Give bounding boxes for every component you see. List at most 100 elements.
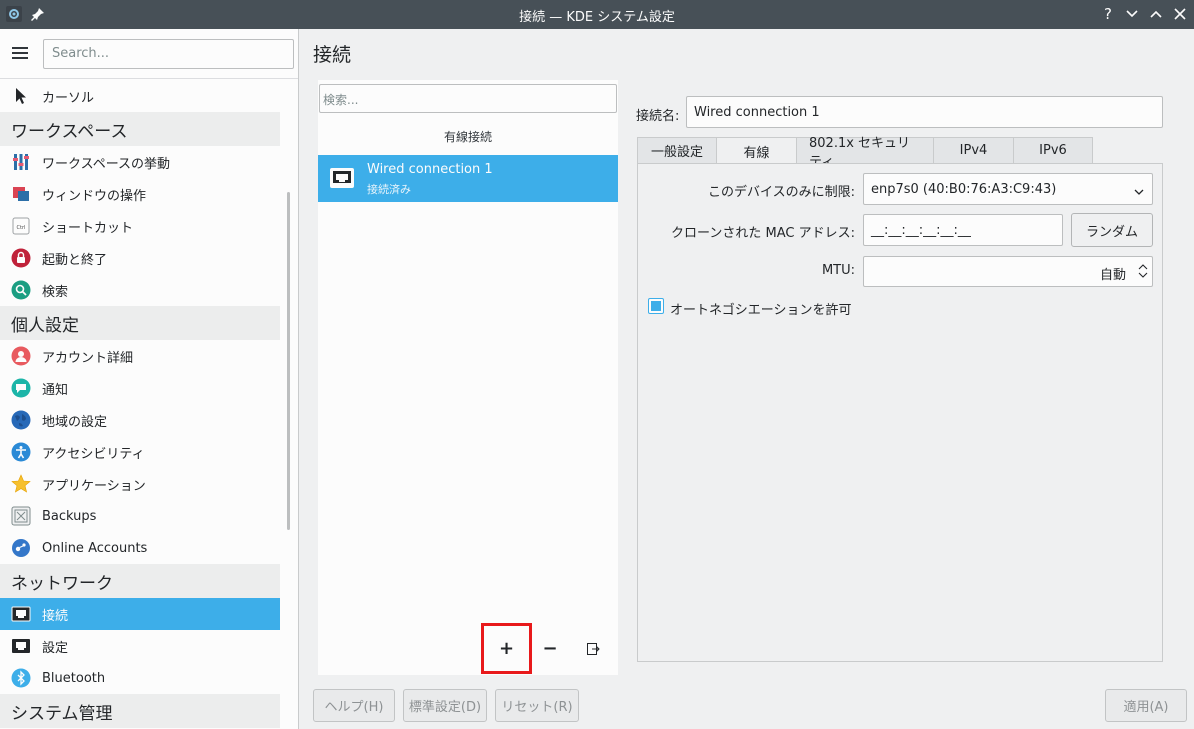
network-wired-icon: [11, 604, 31, 624]
sidebar-item-label: 地域の設定: [42, 414, 108, 430]
maximize-icon[interactable]: [1147, 5, 1165, 23]
connection-list-header: 有線接続: [443, 130, 492, 144]
autonegotiation-label: オートネゴシエーションを許可: [670, 303, 852, 318]
sidebar-item-network-settings[interactable]: 設定: [0, 630, 280, 662]
sidebar: Search... カーソル ワークスペース ワークスペースの挙動 ウィンドウの…: [0, 29, 299, 729]
sidebar-item-shortcuts[interactable]: Ctrl ショートカット: [0, 210, 280, 242]
connection-search-input[interactable]: 検索...: [319, 84, 617, 113]
notification-icon: [11, 378, 31, 398]
sidebar-item-label: ウィンドウの操作: [42, 188, 147, 204]
random-mac-button[interactable]: ランダム: [1071, 213, 1153, 247]
sidebar-item-regional[interactable]: 地域の設定: [0, 404, 280, 436]
device-restrict-label: このデバイスのみに制限:: [708, 185, 855, 200]
workspace-behavior-icon: [11, 152, 31, 172]
sidebar-item-search[interactable]: 検索: [0, 274, 280, 306]
globe-icon: [11, 410, 31, 430]
connection-list-item[interactable]: Wired connection 1 接続済み: [318, 155, 618, 202]
defaults-button[interactable]: 標準設定(D): [403, 689, 487, 722]
export-connection-button[interactable]: [586, 642, 600, 656]
help-icon[interactable]: ?: [1099, 5, 1117, 23]
sidebar-item-label: 通知: [42, 382, 69, 398]
mtu-spinbox[interactable]: 自動: [863, 256, 1153, 287]
hamburger-menu-icon[interactable]: [12, 47, 28, 61]
sidebar-scrollbar[interactable]: [287, 192, 290, 530]
tab-8021x-security[interactable]: 802.1x セキュリティ: [797, 136, 934, 170]
sidebar-item-label: Backups: [42, 508, 97, 524]
tab-bar: 一般設定 有線 802.1x セキュリティ IPv4 IPv6: [637, 136, 1093, 170]
export-icon: [587, 643, 600, 655]
startup-shutdown-icon: [11, 248, 31, 268]
help-button[interactable]: ヘルプ(H): [313, 689, 395, 722]
sidebar-item-label: アクセシビリティ: [42, 446, 145, 462]
sidebar-section-network: ネットワーク: [0, 564, 280, 598]
sidebar-item-label: アカウント詳細: [42, 350, 134, 366]
sidebar-item-label: アプリケーション: [42, 478, 146, 494]
sidebar-item-workspace-behavior[interactable]: ワークスペースの挙動: [0, 146, 280, 178]
star-icon: [11, 474, 31, 494]
reset-button[interactable]: リセット(R): [495, 689, 579, 722]
window-management-icon: [11, 184, 31, 204]
apply-button[interactable]: 適用(A): [1105, 689, 1187, 722]
sidebar-item-label: Online Accounts: [42, 540, 148, 556]
cloned-mac-label: クローンされた MAC アドレス:: [671, 226, 855, 241]
tab-general[interactable]: 一般設定: [637, 137, 717, 164]
autonegotiation-checkbox[interactable]: [648, 298, 664, 314]
close-icon[interactable]: [1171, 5, 1189, 23]
plus-icon: +: [498, 638, 515, 659]
connection-status: 接続済み: [367, 183, 411, 196]
search-icon: [11, 280, 31, 300]
sidebar-item-label: 設定: [42, 640, 69, 656]
tab-ipv6[interactable]: IPv6: [1014, 137, 1093, 164]
sidebar-section-personalization: 個人設定: [0, 306, 280, 340]
add-connection-button[interactable]: +: [481, 623, 532, 674]
sidebar-item-accessibility[interactable]: アクセシビリティ: [0, 436, 280, 468]
network-wired-icon: [329, 167, 355, 189]
tab-wired[interactable]: 有線: [717, 137, 797, 165]
sidebar-nav: カーソル ワークスペース ワークスペースの挙動 ウィンドウの操作 Ctrl ショ…: [0, 80, 280, 728]
minus-icon: −: [542, 637, 558, 659]
cloned-mac-input[interactable]: __:__:__:__:__:__: [863, 214, 1063, 246]
sidebar-item-label: ショートカット: [42, 220, 134, 236]
sidebar-item-account[interactable]: アカウント詳細: [0, 340, 280, 372]
shortcuts-icon: Ctrl: [11, 216, 31, 236]
title-bar: 接続 — KDE システム設定 ?: [0, 0, 1194, 29]
device-restrict-select[interactable]: enp7s0 (40:B0:76:A3:C9:43): [863, 173, 1153, 205]
sidebar-item-cursor[interactable]: カーソル: [0, 80, 280, 112]
sidebar-item-connections[interactable]: 接続: [0, 598, 280, 630]
connection-list-panel: 検索... 有線接続 Wired connection 1 接続済み + −: [318, 80, 618, 675]
sidebar-item-applications[interactable]: アプリケーション: [0, 468, 280, 500]
connection-name-input[interactable]: Wired connection 1: [686, 96, 1163, 128]
sidebar-item-label: カーソル: [42, 90, 95, 106]
svg-text:Ctrl: Ctrl: [17, 225, 26, 231]
sidebar-search-input[interactable]: Search...: [43, 39, 294, 69]
mtu-value: 自動: [1099, 268, 1126, 283]
sidebar-toolbar: Search...: [0, 29, 298, 79]
account-icon: [11, 346, 31, 366]
sidebar-item-startup-shutdown[interactable]: 起動と終了: [0, 242, 280, 274]
sidebar-item-label: 接続: [42, 608, 69, 624]
connection-name-label: 接続名:: [636, 109, 680, 124]
sidebar-item-backups[interactable]: Backups: [0, 500, 280, 532]
sidebar-section-workspace: ワークスペース: [0, 112, 280, 146]
bluetooth-icon: [11, 668, 31, 688]
sidebar-item-label: Bluetooth: [42, 670, 106, 686]
remove-connection-button[interactable]: −: [540, 637, 560, 659]
cursor-icon: [11, 86, 31, 106]
backups-icon: [11, 506, 31, 526]
accessibility-icon: [11, 442, 31, 462]
window-title: 接続 — KDE システム設定: [519, 10, 675, 25]
network-settings-icon: [11, 636, 31, 656]
connection-name: Wired connection 1: [367, 162, 493, 177]
sidebar-item-label: ワークスペースの挙動: [42, 156, 171, 172]
sidebar-item-notifications[interactable]: 通知: [0, 372, 280, 404]
device-restrict-value: enp7s0 (40:B0:76:A3:C9:43): [871, 182, 1057, 197]
sidebar-item-window-management[interactable]: ウィンドウの操作: [0, 178, 280, 210]
spin-arrows-icon[interactable]: [1138, 261, 1148, 281]
sidebar-item-bluetooth[interactable]: Bluetooth: [0, 662, 280, 694]
tab-ipv4[interactable]: IPv4: [934, 137, 1014, 164]
page-title: 接続: [313, 44, 352, 66]
minimize-icon[interactable]: [1123, 5, 1141, 23]
sidebar-item-label: 検索: [42, 284, 69, 300]
sidebar-item-online-accounts[interactable]: Online Accounts: [0, 532, 280, 564]
sidebar-item-label: 起動と終了: [42, 252, 108, 268]
